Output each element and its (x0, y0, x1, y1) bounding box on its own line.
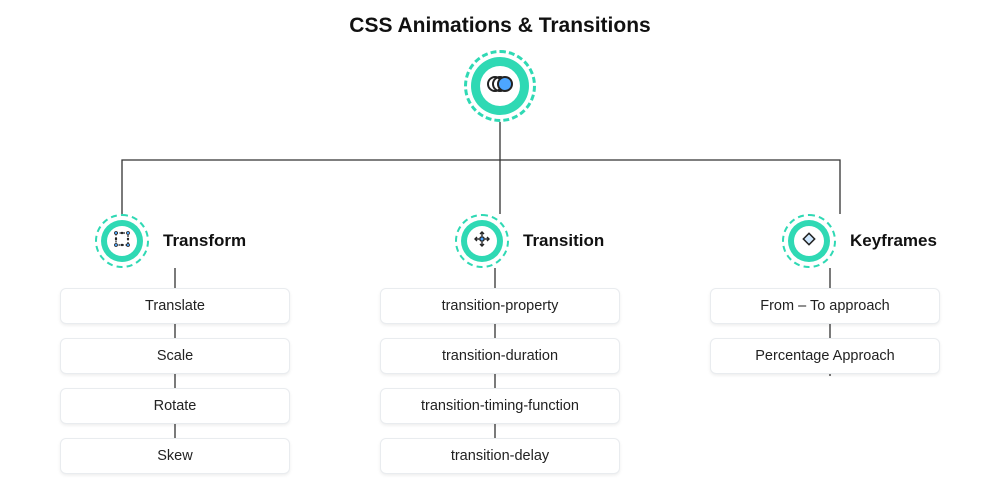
leaf-item: Rotate (60, 388, 290, 424)
branch-label: Transition (523, 231, 604, 251)
cascade-icon (486, 74, 514, 99)
expand-arrows-icon (473, 230, 491, 253)
leaf-item: transition-property (380, 288, 620, 324)
branch-label: Transform (163, 231, 246, 251)
leaf-item: Percentage Approach (710, 338, 940, 374)
leaf-item: Skew (60, 438, 290, 474)
leaf-item: transition-delay (380, 438, 620, 474)
diagram-title: CSS Animations & Transitions (0, 14, 1000, 38)
leaf-item: Scale (60, 338, 290, 374)
leaf-item: transition-timing-function (380, 388, 620, 424)
root-node (464, 50, 536, 122)
leaf-item: From – To approach (710, 288, 940, 324)
leaf-item: Translate (60, 288, 290, 324)
leaf-item: transition-duration (380, 338, 620, 374)
grid-transform-icon (113, 230, 131, 253)
branch-label: Keyframes (850, 231, 937, 251)
diamond-keyframe-icon (800, 230, 818, 253)
